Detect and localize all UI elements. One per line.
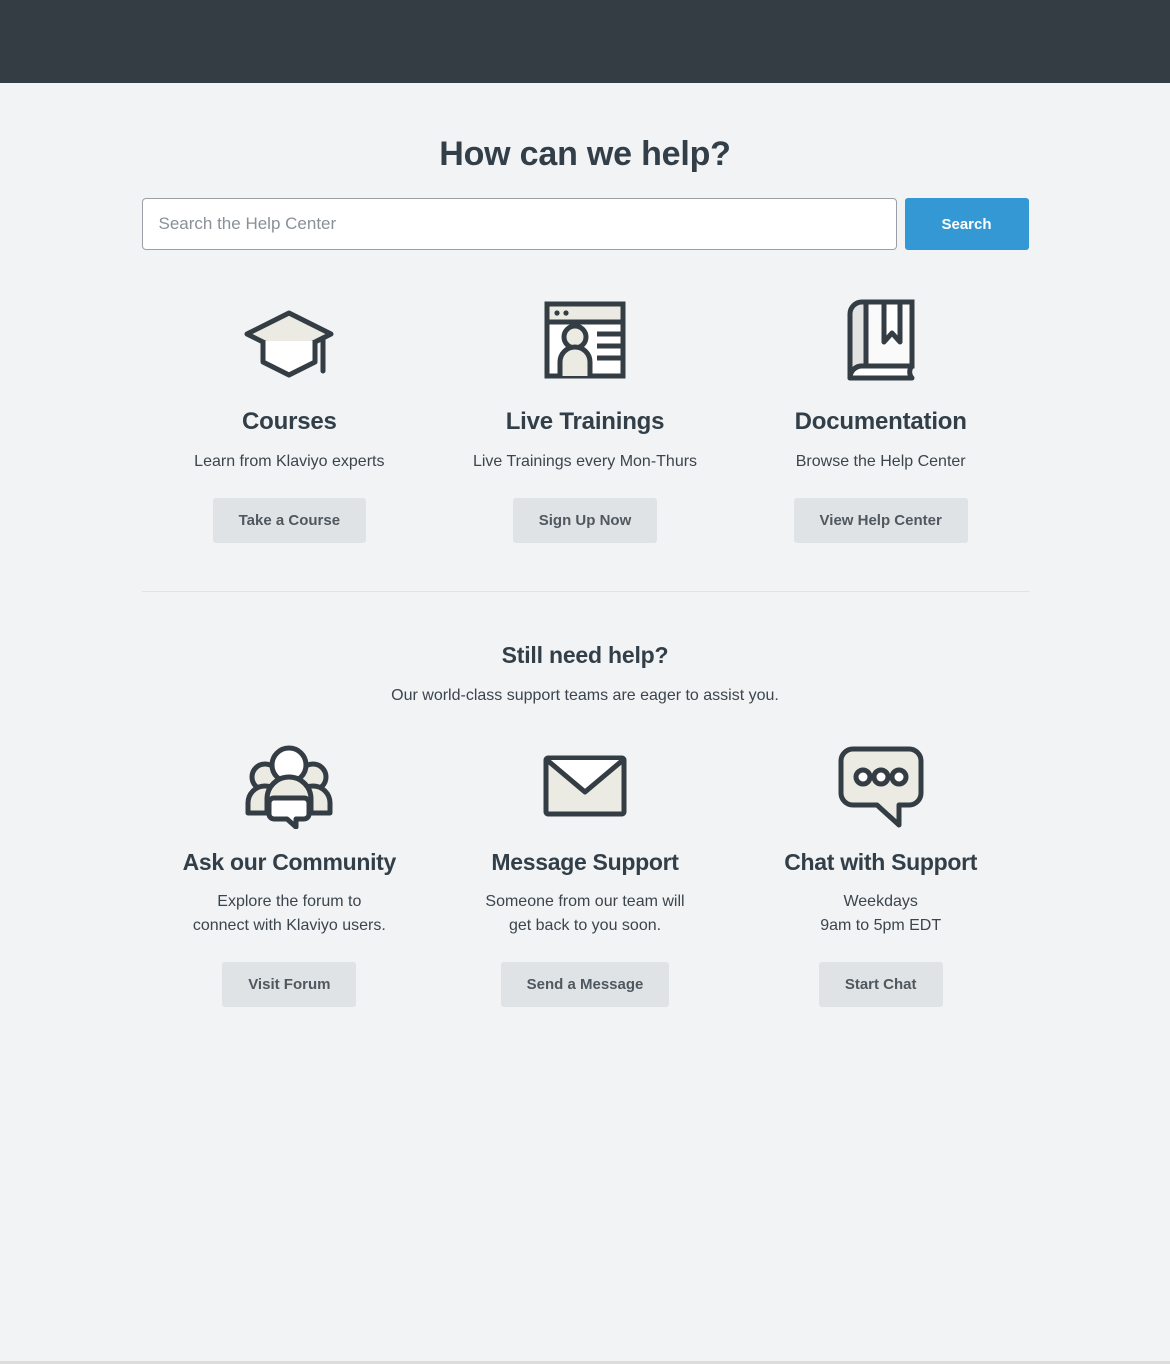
start-chat-button[interactable]: Start Chat xyxy=(818,962,943,1007)
resource-card-title: Documentation xyxy=(794,408,967,435)
support-card-description: Explore the forum to connect with Klaviy… xyxy=(142,890,438,938)
resource-cards: Courses Learn from Klaviyo experts Take … xyxy=(142,292,1029,543)
sign-up-now-button[interactable]: Sign Up Now xyxy=(512,498,658,543)
visit-forum-button[interactable]: Visit Forum xyxy=(222,962,357,1007)
support-card-description: Weekdays 9am to 5pm EDT xyxy=(733,890,1029,938)
page-title: How can we help? xyxy=(439,135,731,173)
search-input[interactable] xyxy=(141,198,897,250)
support-card-desc-line-2: connect with Klaviyo users. xyxy=(192,917,386,934)
support-card-desc-line-1: Explore the forum to xyxy=(217,893,362,910)
send-a-message-button[interactable]: Send a Message xyxy=(500,962,670,1007)
webinar-window-icon xyxy=(437,292,733,388)
content-container: How can we help? Search Courses Learn fr… xyxy=(141,83,1029,1007)
support-card-title: Message Support xyxy=(491,849,679,875)
support-section-subtitle: Our world-class support teams are eager … xyxy=(391,687,779,704)
graduation-cap-icon xyxy=(142,292,438,388)
envelope-icon xyxy=(437,735,733,835)
support-card-desc-line-1: Someone from our team will xyxy=(485,893,685,910)
resource-card-courses: Courses Learn from Klaviyo experts Take … xyxy=(142,292,438,543)
resource-card-title: Courses xyxy=(242,408,337,435)
search-button[interactable]: Search xyxy=(904,198,1029,250)
chat-bubble-icon xyxy=(733,735,1029,835)
resource-card-description: Live Trainings every Mon-Thurs xyxy=(472,453,698,470)
support-cards: Ask our Community Explore the forum to c… xyxy=(142,735,1029,1007)
support-card-title: Chat with Support xyxy=(784,849,978,875)
support-card-desc-line-2: get back to you soon. xyxy=(508,917,662,934)
book-icon xyxy=(733,292,1029,388)
resource-card-live-trainings: Live Trainings Live Trainings every Mon-… xyxy=(437,292,733,543)
help-center-page: How can we help? Search Courses Learn fr… xyxy=(0,0,1170,1364)
resource-card-documentation: Documentation Browse the Help Center Vie… xyxy=(733,292,1029,543)
search-bar: Search xyxy=(141,198,1029,250)
support-card-community: Ask our Community Explore the forum to c… xyxy=(142,735,438,1007)
support-card-chat: Chat with Support Weekdays 9am to 5pm ED… xyxy=(733,735,1029,1007)
resource-card-description: Browse the Help Center xyxy=(795,453,966,470)
view-help-center-button[interactable]: View Help Center xyxy=(793,498,968,543)
support-section-title: Still need help? xyxy=(501,642,669,668)
support-card-desc-line-2: 9am to 5pm EDT xyxy=(820,917,942,934)
resource-card-title: Live Trainings xyxy=(505,408,665,435)
support-card-title: Ask our Community xyxy=(182,849,397,875)
resource-card-description: Learn from Klaviyo experts xyxy=(194,453,385,470)
support-card-description: Someone from our team will get back to y… xyxy=(437,890,733,938)
community-group-icon xyxy=(142,735,438,835)
support-card-desc-line-1: Weekdays xyxy=(843,893,918,910)
take-a-course-button[interactable]: Take a Course xyxy=(212,498,367,543)
top-navigation-bar xyxy=(0,0,1170,83)
support-card-message: Message Support Someone from our team wi… xyxy=(437,735,733,1007)
